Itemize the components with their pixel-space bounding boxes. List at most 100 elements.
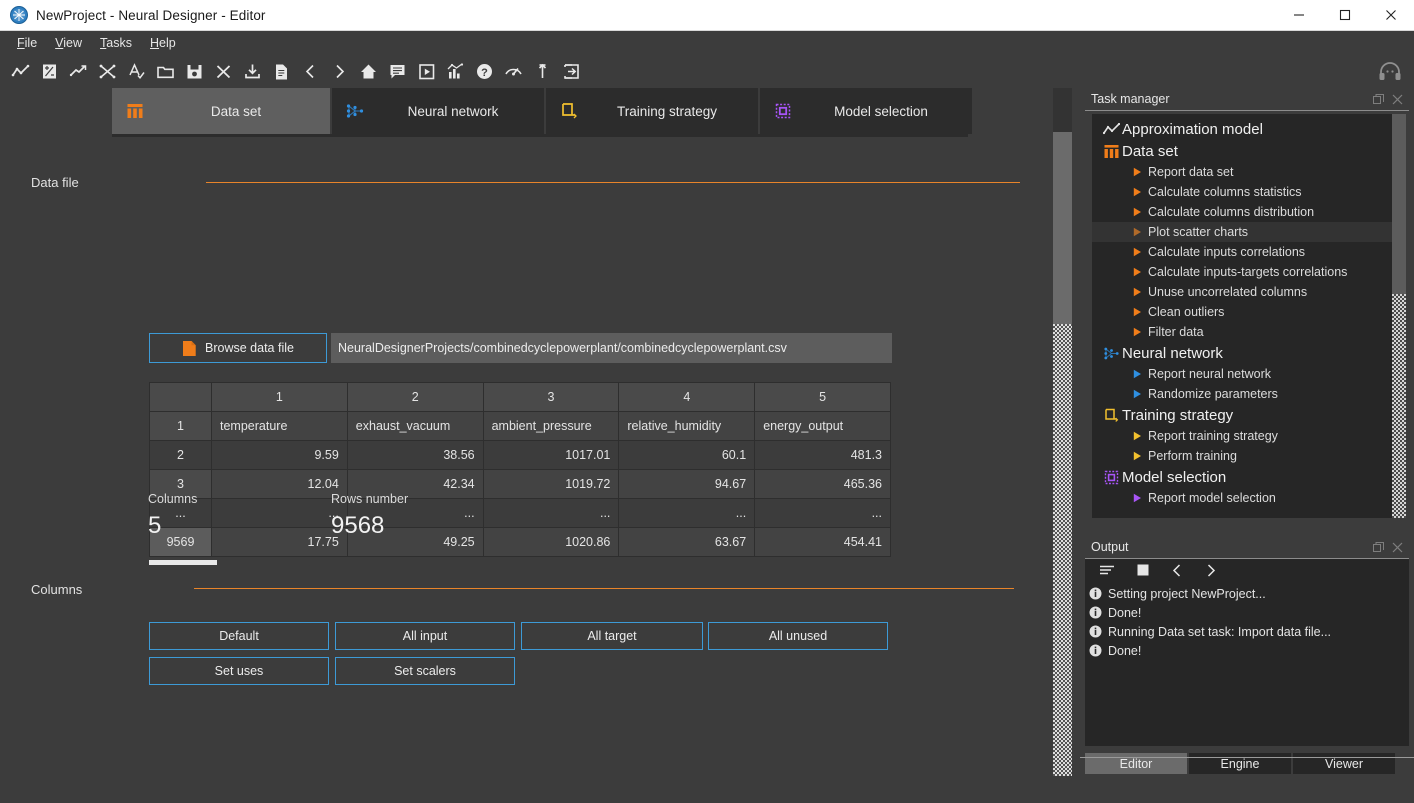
output-title: Output bbox=[1091, 540, 1129, 554]
line-chart-icon[interactable] bbox=[6, 57, 35, 86]
tree-item-label: Calculate inputs-targets correlations bbox=[1148, 265, 1347, 279]
tree-item-calculate-columns-statistics[interactable]: Calculate columns statistics bbox=[1092, 182, 1392, 202]
updown-arrow-icon[interactable] bbox=[528, 57, 557, 86]
tree-item-label: Perform training bbox=[1148, 449, 1237, 463]
model-selection-icon bbox=[1100, 470, 1122, 485]
log-line: Done! bbox=[1085, 603, 1409, 622]
speedometer-icon[interactable] bbox=[499, 57, 528, 86]
float-icon[interactable] bbox=[1373, 94, 1384, 105]
scatter-icon[interactable] bbox=[93, 57, 122, 86]
tree-item-unuse-uncorrelated-columns[interactable]: Unuse uncorrelated columns bbox=[1092, 282, 1392, 302]
stop-icon[interactable] bbox=[1137, 564, 1149, 576]
tree-node-label: Data set bbox=[1122, 143, 1178, 160]
editor-work-area: Data set Neural network T bbox=[0, 88, 1080, 776]
tree-node-neural-network[interactable]: Neural network bbox=[1092, 342, 1392, 364]
chevron-right-icon[interactable] bbox=[325, 57, 354, 86]
tree-item-randomize-parameters[interactable]: Randomize parameters bbox=[1092, 384, 1392, 404]
menu-help-rest: elp bbox=[159, 36, 176, 50]
close-icon[interactable] bbox=[1392, 94, 1403, 105]
minimize-button[interactable] bbox=[1276, 0, 1322, 31]
tree-item-report-model-selection[interactable]: Report model selection bbox=[1092, 488, 1392, 508]
tree-item-clean-outliers[interactable]: Clean outliers bbox=[1092, 302, 1392, 322]
notes-icon[interactable] bbox=[383, 57, 412, 86]
close-icon[interactable] bbox=[1392, 542, 1403, 553]
tree-item-calculate-inputs-targets-correlations[interactable]: Calculate inputs-targets correlations bbox=[1092, 262, 1392, 282]
output-log[interactable]: Setting project NewProject... Done! Runn… bbox=[1085, 581, 1409, 746]
training-strategy-icon bbox=[1100, 408, 1122, 423]
tree-node-label: Approximation model bbox=[1122, 121, 1263, 138]
menu-view[interactable]: View bbox=[46, 33, 91, 53]
workarea-vscrollbar[interactable] bbox=[1053, 88, 1072, 776]
play-icon bbox=[1126, 327, 1148, 337]
task-tree-vscrollbar[interactable] bbox=[1392, 114, 1406, 518]
info-icon bbox=[1089, 587, 1102, 600]
play-icon bbox=[1126, 451, 1148, 461]
tree-item-label: Report data set bbox=[1148, 165, 1233, 179]
folder-icon[interactable] bbox=[151, 57, 180, 86]
next-icon[interactable] bbox=[1205, 564, 1217, 577]
tree-node-approximation-model[interactable]: Approximation model bbox=[1092, 118, 1392, 140]
import-icon[interactable] bbox=[238, 57, 267, 86]
log-text: Setting project NewProject... bbox=[1108, 587, 1266, 601]
tree-item-label: Calculate columns distribution bbox=[1148, 205, 1314, 219]
tree-item-label: Report training strategy bbox=[1148, 429, 1278, 443]
log-line: Running Data set task: Import data file.… bbox=[1085, 622, 1409, 641]
play-icon bbox=[1126, 207, 1148, 217]
export-icon[interactable] bbox=[557, 57, 586, 86]
tree-item-label: Calculate inputs correlations bbox=[1148, 245, 1305, 259]
home-icon[interactable] bbox=[354, 57, 383, 86]
tree-item-report-neural-network[interactable]: Report neural network bbox=[1092, 364, 1392, 384]
previous-icon[interactable] bbox=[1171, 564, 1183, 577]
tree-node-model-selection[interactable]: Model selection bbox=[1092, 466, 1392, 488]
play-icon bbox=[1126, 493, 1148, 503]
chevron-left-icon[interactable] bbox=[296, 57, 325, 86]
tree-item-calculate-inputs-correlations[interactable]: Calculate inputs correlations bbox=[1092, 242, 1392, 262]
clear-log-icon[interactable] bbox=[1099, 564, 1115, 576]
task-tree-vscrollbar-thumb[interactable] bbox=[1392, 114, 1406, 294]
run-icon[interactable] bbox=[412, 57, 441, 86]
network-chart-icon[interactable] bbox=[441, 57, 470, 86]
maximize-button[interactable] bbox=[1322, 0, 1368, 31]
tree-item-report-training-strategy[interactable]: Report training strategy bbox=[1092, 426, 1392, 446]
tree-item-label: Report neural network bbox=[1148, 367, 1271, 381]
tree-item-label: Calculate columns statistics bbox=[1148, 185, 1302, 199]
headset-support-icon[interactable] bbox=[1374, 57, 1406, 87]
close-x-icon[interactable] bbox=[209, 57, 238, 86]
task-tree-vscrollbar-track[interactable] bbox=[1392, 294, 1406, 518]
window-controls bbox=[1276, 0, 1414, 31]
save-icon[interactable] bbox=[180, 57, 209, 86]
workarea-vscrollbar-track[interactable] bbox=[1053, 324, 1072, 776]
menu-tasks-rest: asks bbox=[106, 36, 132, 50]
output-toolbar bbox=[1085, 559, 1409, 581]
tree-item-plot-scatter-charts[interactable]: Plot scatter charts bbox=[1092, 222, 1392, 242]
float-icon[interactable] bbox=[1373, 542, 1384, 553]
workarea-vscrollbar-thumb[interactable] bbox=[1053, 132, 1072, 324]
main-toolbar: ? bbox=[0, 55, 1414, 88]
menu-help[interactable]: Help bbox=[141, 33, 185, 53]
task-manager-title: Task manager bbox=[1091, 92, 1170, 106]
image-contrast-icon[interactable] bbox=[35, 57, 64, 86]
tree-node-data-set[interactable]: Data set bbox=[1092, 140, 1392, 162]
menu-file[interactable]: File bbox=[8, 33, 46, 53]
log-line: Done! bbox=[1085, 641, 1409, 660]
help-circle-icon[interactable]: ? bbox=[470, 57, 499, 86]
neural-designer-logo-icon bbox=[10, 6, 28, 24]
document-icon[interactable] bbox=[267, 57, 296, 86]
close-button[interactable] bbox=[1368, 0, 1414, 31]
play-icon bbox=[1126, 167, 1148, 177]
panel-controls bbox=[1373, 94, 1403, 105]
menu-bar: File View Tasks Help bbox=[0, 31, 1414, 55]
task-tree: Approximation model Data set Report data… bbox=[1092, 114, 1392, 518]
play-icon bbox=[1126, 267, 1148, 277]
output-panel: Output bbox=[1085, 536, 1409, 746]
trend-up-icon[interactable] bbox=[64, 57, 93, 86]
title-bar: NewProject - Neural Designer - Editor bbox=[0, 0, 1414, 31]
tree-item-report-data-set[interactable]: Report data set bbox=[1092, 162, 1392, 182]
tree-item-calculate-columns-distribution[interactable]: Calculate columns distribution bbox=[1092, 202, 1392, 222]
tree-item-perform-training[interactable]: Perform training bbox=[1092, 446, 1392, 466]
tree-node-training-strategy[interactable]: Training strategy bbox=[1092, 404, 1392, 426]
spellcheck-icon[interactable] bbox=[122, 57, 151, 86]
tree-item-filter-data[interactable]: Filter data bbox=[1092, 322, 1392, 342]
menu-tasks[interactable]: Tasks bbox=[91, 33, 141, 53]
tree-node-label: Neural network bbox=[1122, 345, 1223, 362]
